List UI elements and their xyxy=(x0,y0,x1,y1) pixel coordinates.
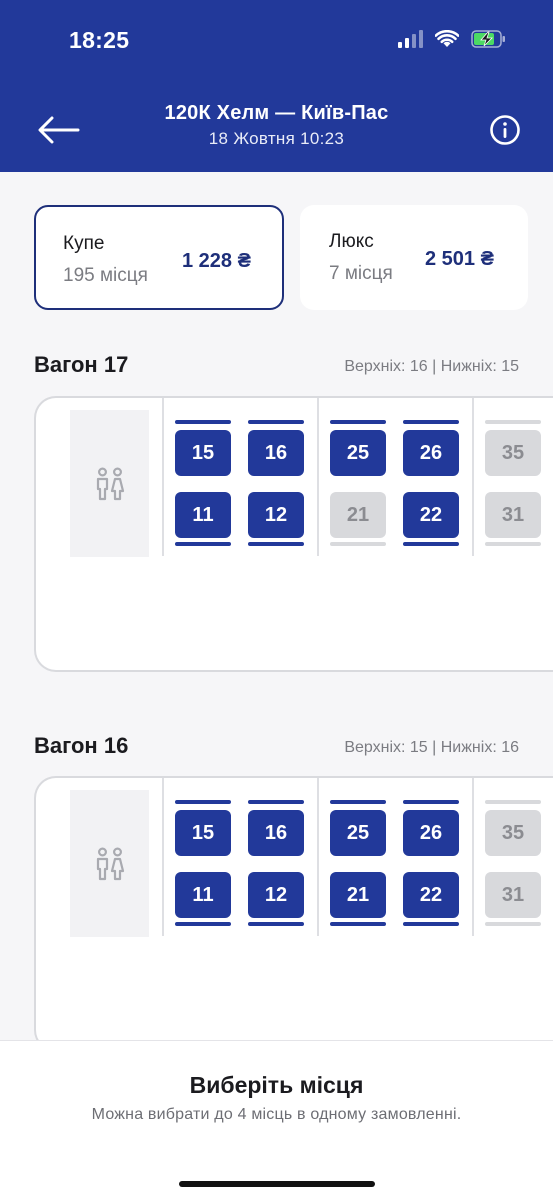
seat-21: 21 xyxy=(330,492,386,538)
lower-berth-bar xyxy=(330,542,386,546)
upper-berth-bar xyxy=(403,420,459,424)
seat-26[interactable]: 26 xyxy=(403,430,459,476)
seat-16[interactable]: 16 xyxy=(248,430,304,476)
compartment-divider xyxy=(162,398,164,556)
lower-berth-bar xyxy=(175,922,231,926)
class-card-kupe[interactable]: Купе 195 місця 1 228 ₴ xyxy=(34,205,284,310)
seat-11[interactable]: 11 xyxy=(175,492,231,538)
toilet-area xyxy=(70,410,149,557)
status-icons xyxy=(398,30,507,48)
trip-title-block: 120К Хелм — Київ-Пас 18 Жовтня 10:23 xyxy=(0,102,553,149)
info-icon[interactable] xyxy=(489,114,521,146)
upper-berth-bar xyxy=(485,420,541,424)
wagon-seat-map: 15 16 11 12 25 26 21 22 35 31 xyxy=(34,776,553,1052)
class-price: 2 501 ₴ xyxy=(425,248,494,270)
upper-berth-bar xyxy=(175,800,231,804)
upper-berth-bar xyxy=(175,420,231,424)
lower-berth-bar xyxy=(175,542,231,546)
restroom-icon xyxy=(96,466,124,500)
wagon-seat-map: 15 16 11 12 25 26 21 22 35 31 xyxy=(34,396,553,672)
seat-35: 35 xyxy=(485,430,541,476)
seat-22[interactable]: 22 xyxy=(403,872,459,918)
compartment-divider xyxy=(162,778,164,936)
upper-berth-bar xyxy=(248,800,304,804)
seat-35: 35 xyxy=(485,810,541,856)
select-seats-hint: Можна вибрати до 4 місць в одному замовл… xyxy=(91,1106,462,1123)
home-indicator xyxy=(179,1181,375,1187)
class-name: Люкс xyxy=(329,231,374,252)
bottom-sheet: Виберіть місця Можна вибрати до 4 місць … xyxy=(0,1040,553,1200)
restroom-icon xyxy=(96,846,124,880)
lower-berth-bar xyxy=(248,542,304,546)
wagon-berth-stats: Верхніх: 16 | Нижніх: 15 xyxy=(344,358,519,375)
lower-berth-bar xyxy=(403,922,459,926)
seat-31: 31 xyxy=(485,492,541,538)
upper-berth-bar xyxy=(248,420,304,424)
trip-datetime: 18 Жовтня 10:23 xyxy=(208,129,345,148)
app-header: 18:25 120К Хелм — Київ-Пас 18 Жовтня 10:… xyxy=(0,0,553,172)
status-time: 18:25 xyxy=(69,27,130,53)
compartment-divider xyxy=(317,398,319,556)
lower-berth-bar xyxy=(485,542,541,546)
upper-berth-bar xyxy=(403,800,459,804)
lower-berth-bar xyxy=(248,922,304,926)
upper-berth-bar xyxy=(330,800,386,804)
class-seat-count: 195 місця xyxy=(63,265,148,286)
upper-berth-bar xyxy=(330,420,386,424)
toilet-area xyxy=(70,790,149,937)
compartment-divider xyxy=(472,778,474,936)
class-seat-count: 7 місця xyxy=(329,263,393,284)
lower-berth-bar xyxy=(330,922,386,926)
seat-21[interactable]: 21 xyxy=(330,872,386,918)
select-seats-title: Виберіть місця xyxy=(189,1072,364,1098)
seat-11[interactable]: 11 xyxy=(175,872,231,918)
wifi-icon xyxy=(435,30,459,47)
class-price: 1 228 ₴ xyxy=(182,250,251,272)
seat-25[interactable]: 25 xyxy=(330,430,386,476)
seat-12[interactable]: 12 xyxy=(248,492,304,538)
wagon-title: Вагон 16 xyxy=(34,733,129,758)
seat-12[interactable]: 12 xyxy=(248,872,304,918)
seat-15[interactable]: 15 xyxy=(175,810,231,856)
seat-26[interactable]: 26 xyxy=(403,810,459,856)
seat-31: 31 xyxy=(485,872,541,918)
seat-25[interactable]: 25 xyxy=(330,810,386,856)
signal-icon xyxy=(398,30,423,48)
trip-title: 120К Хелм — Київ-Пас xyxy=(164,102,389,124)
class-card-lux[interactable]: Люкс 7 місця 2 501 ₴ xyxy=(300,205,528,310)
class-name: Купе xyxy=(63,233,105,254)
lower-berth-bar xyxy=(403,542,459,546)
wagon-berth-stats: Верхніх: 15 | Нижніх: 16 xyxy=(344,739,519,756)
seat-16[interactable]: 16 xyxy=(248,810,304,856)
wagon-title: Вагон 17 xyxy=(34,352,129,377)
seat-22[interactable]: 22 xyxy=(403,492,459,538)
lower-berth-bar xyxy=(485,922,541,926)
compartment-divider xyxy=(317,778,319,936)
compartment-divider xyxy=(472,398,474,556)
upper-berth-bar xyxy=(485,800,541,804)
seat-15[interactable]: 15 xyxy=(175,430,231,476)
battery-charging-icon xyxy=(471,30,505,48)
